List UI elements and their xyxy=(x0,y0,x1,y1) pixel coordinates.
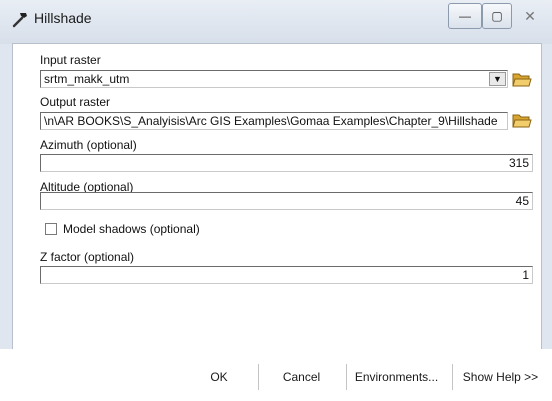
input-raster-combobox[interactable]: srtm_makk_utm ▼ xyxy=(40,70,508,88)
minimize-icon: — xyxy=(459,9,471,23)
parameters-panel: Input raster srtm_makk_utm ▼ Output rast… xyxy=(12,43,542,351)
altitude-input[interactable]: 45 xyxy=(40,192,533,210)
dialog-button-bar: OK Cancel Environments... Show Help >> xyxy=(0,349,552,401)
ok-button[interactable]: OK xyxy=(182,364,256,390)
z-factor-value: 1 xyxy=(522,268,529,282)
input-raster-value: srtm_makk_utm xyxy=(44,72,130,86)
minimize-button[interactable]: — xyxy=(448,3,482,29)
azimuth-input[interactable]: 315 xyxy=(40,154,533,172)
output-raster-browse-button[interactable] xyxy=(510,110,534,132)
show-help-button[interactable]: Show Help >> xyxy=(452,364,548,390)
z-factor-label: Z factor (optional) xyxy=(40,250,135,264)
environments-button[interactable]: Environments... xyxy=(346,364,446,390)
maximize-button[interactable]: ▢ xyxy=(482,3,512,29)
azimuth-label: Azimuth (optional) xyxy=(40,138,137,152)
output-raster-value: \n\AR BOOKS\S_Analyisis\Arc GIS Examples… xyxy=(44,114,498,128)
title-bar[interactable]: Hillshade — ▢ ✕ xyxy=(0,0,552,44)
hammer-icon xyxy=(10,9,30,29)
azimuth-value: 315 xyxy=(508,156,529,170)
close-button[interactable]: ✕ xyxy=(512,3,548,29)
open-folder-icon xyxy=(512,111,532,132)
window-title: Hillshade xyxy=(34,10,92,26)
altitude-value: 45 xyxy=(515,194,529,208)
model-shadows-label[interactable]: Model shadows (optional) xyxy=(63,222,200,236)
z-factor-input[interactable]: 1 xyxy=(40,266,533,284)
model-shadows-checkbox[interactable] xyxy=(45,223,57,235)
open-folder-icon xyxy=(512,70,532,91)
input-raster-browse-button[interactable] xyxy=(510,69,534,91)
output-raster-label: Output raster xyxy=(40,95,111,109)
close-icon: ✕ xyxy=(524,7,536,24)
output-raster-input[interactable]: \n\AR BOOKS\S_Analyisis\Arc GIS Examples… xyxy=(40,112,508,130)
input-raster-label: Input raster xyxy=(40,53,101,67)
cancel-button[interactable]: Cancel xyxy=(258,364,344,390)
dropdown-arrow-icon[interactable]: ▼ xyxy=(489,72,506,86)
maximize-icon: ▢ xyxy=(491,9,503,23)
hillshade-dialog: Hillshade — ▢ ✕ Input raster srtm_makk_u… xyxy=(0,0,552,401)
